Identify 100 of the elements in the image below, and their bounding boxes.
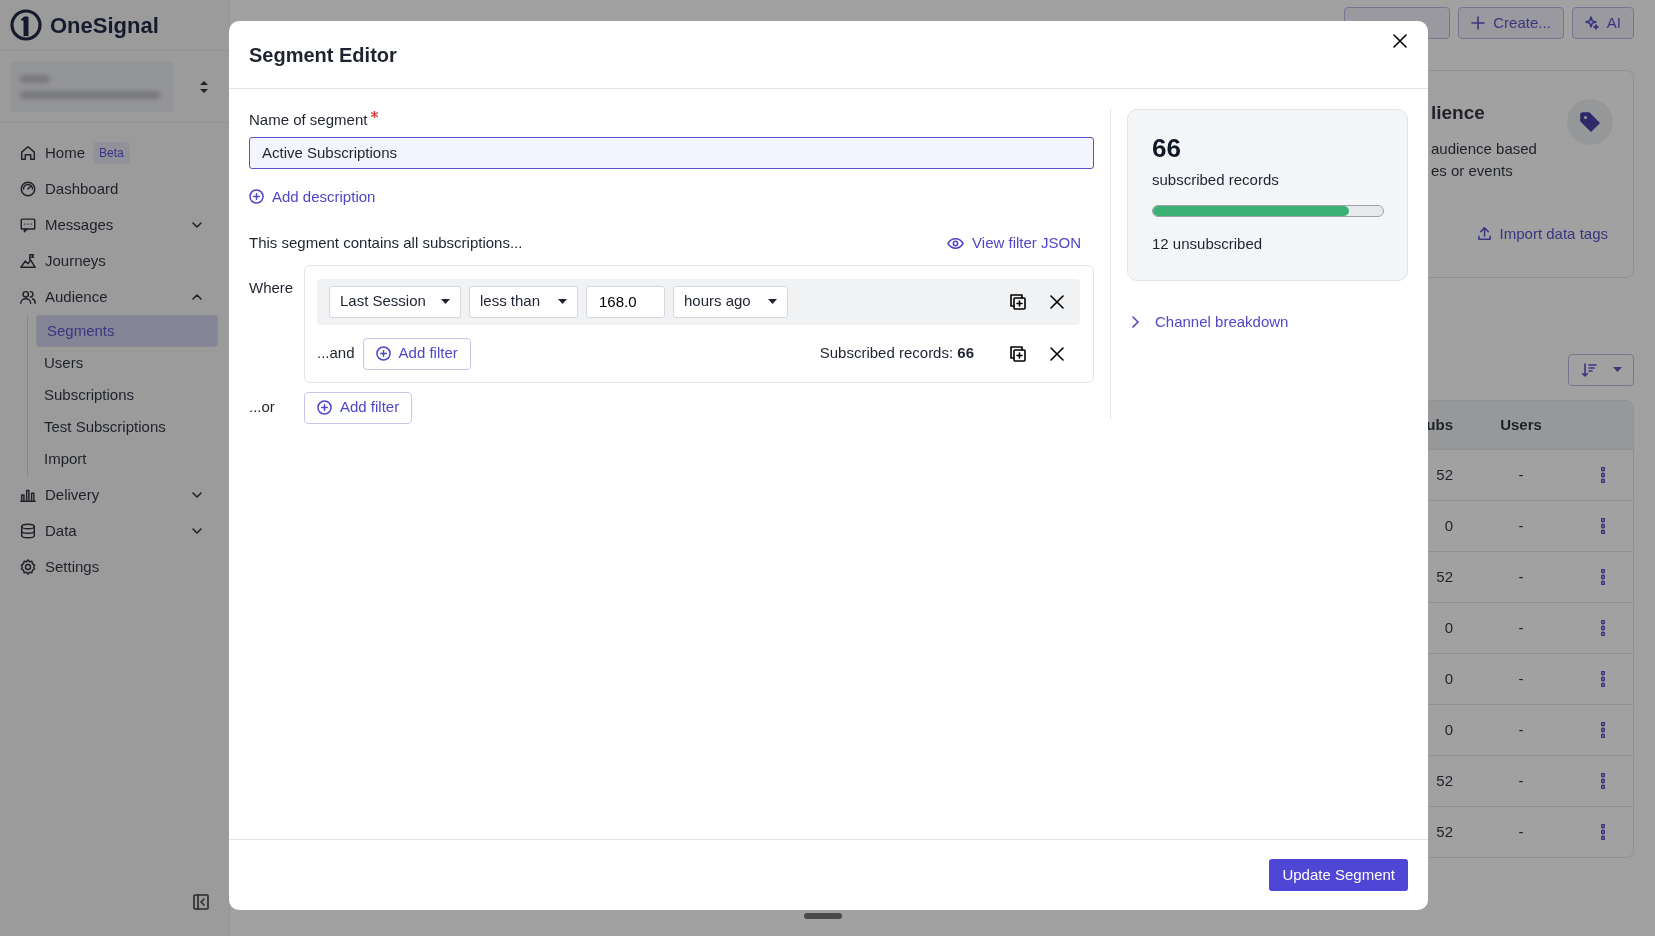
remove-button[interactable] [1050,346,1064,361]
home-icon [19,144,37,162]
tag-drawing [1578,110,1602,134]
duplicate-icon [1010,345,1026,362]
plus-icon [1471,16,1486,30]
close-icon [1392,32,1408,49]
sparkle-icon [1584,16,1599,30]
duplicate-button[interactable] [1010,345,1026,362]
card-description: audience based [1431,138,1537,159]
close-icon [1050,294,1064,309]
table-cell-text: - [1517,566,1525,587]
settings-icon [19,558,37,576]
nav-item[interactable]: Dashboard [0,171,229,207]
sort-icon [1580,362,1597,378]
flag-icon [19,252,37,270]
record-label: subscribed records [1152,169,1280,190]
table-cell-text: - [1517,464,1525,485]
update-segment-button[interactable]: Update Segment [1269,859,1408,891]
nav-item[interactable]: Home Beta [0,135,229,171]
nav-item[interactable]: Delivery [0,477,229,513]
subnav-item[interactable]: Test Subscriptions [36,411,218,443]
table-cell-text: 0 [1443,719,1454,740]
duplicate-button[interactable] [1010,293,1026,310]
add-description-link[interactable]: Add description [249,185,376,208]
where-label: Where [249,277,295,298]
table-cell-text: 52 [1435,566,1454,587]
or-label: ...or [249,397,276,418]
database-icon [19,522,37,540]
channel-breakdown-toggle[interactable]: Channel breakdown [1131,310,1289,334]
upload-icon [1476,226,1492,242]
caret-icon [1612,367,1622,373]
nav-item[interactable]: Journeys [0,243,229,279]
table-cell-text: 0 [1443,617,1454,638]
card-heading: lience [1431,101,1486,125]
table-cell-text: 0 [1443,515,1454,536]
gauge-icon [19,180,37,198]
table-cell-text: 52 [1435,464,1454,485]
subnav-item[interactable]: Users [36,347,218,379]
name-input[interactable]: Active Subscriptions [249,136,1094,169]
kebab-menu-icon[interactable] [1601,824,1605,840]
caret-icon [441,299,450,304]
add-filter-button[interactable]: Add filter [304,391,413,424]
dialog-title: Segment Editor [249,42,397,67]
table-cell-text: 52 [1435,770,1454,791]
subnav-item[interactable]: Subscriptions [36,379,218,411]
nav-item[interactable]: Data [0,513,229,549]
table-cell-text: - [1517,617,1525,638]
caret-icon [768,299,777,304]
import-link[interactable]: Import data tags [1476,222,1608,245]
remove-button[interactable] [1050,294,1064,309]
ai-button[interactable]: AI [1571,7,1634,39]
drag-handle[interactable] [804,913,842,919]
sort-button[interactable] [1568,354,1634,386]
collapse-sidebar-icon[interactable] [193,894,209,910]
unsubscribed-count: 12 unsubscribed [1152,234,1264,255]
kebab-menu-icon[interactable] [1601,722,1605,738]
create-button[interactable]: Create... [1458,7,1564,39]
kebab-menu-icon[interactable] [1601,620,1605,636]
beta-badge: Beta [93,142,130,164]
close-icon [1050,346,1064,361]
value-input[interactable]: 168.0 [586,285,665,318]
nav-item[interactable]: Messages [0,207,229,243]
field-label: Name of segment [249,110,368,130]
and-label: ...and [317,343,355,364]
subscribed-records-text: Subscribed records: 66 [819,343,974,364]
add-circle-icon [375,346,391,361]
chevron-updown-icon[interactable] [199,79,209,94]
kebab-menu-icon[interactable] [1601,467,1605,483]
caret-icon [558,299,567,304]
card-description: es or events [1431,161,1514,181]
nav-item[interactable]: Settings [0,549,229,585]
eye-icon [947,236,965,250]
segment-description: This segment contains all subscriptions... [249,233,523,253]
operator-select[interactable]: less than [469,285,578,318]
account-switcher[interactable] [10,61,174,112]
property-select[interactable]: Last Session [329,285,461,318]
table-cell-text: 0 [1443,668,1454,689]
kebab-menu-icon[interactable] [1601,671,1605,687]
people-icon [19,288,37,306]
kebab-menu-icon[interactable] [1601,518,1605,534]
add-circle-icon [317,400,332,415]
table-cell-text: - [1517,668,1525,689]
subnav-item[interactable]: Import [36,443,218,475]
column-header: Users [1499,414,1543,435]
table-cell-text: - [1517,821,1525,842]
table-cell-text: - [1517,515,1525,536]
subnav-item[interactable]: Segments [36,315,218,347]
nav-item[interactable]: Audience [0,279,229,315]
brand-name: OneSignal [50,11,159,40]
table-cell-text: - [1517,719,1525,740]
kebab-menu-icon[interactable] [1601,569,1605,585]
logo-icon [10,9,42,41]
table-cell-text: - [1517,770,1525,791]
view-json-link[interactable]: View filter JSON [947,232,1081,255]
unit-select[interactable]: hours ago [673,285,788,318]
kebab-menu-icon[interactable] [1601,773,1605,789]
add-filter-button[interactable]: Add filter [362,337,471,370]
record-count: 66 [1152,134,1182,163]
table-cell-text: 52 [1435,821,1454,842]
close-button[interactable] [1392,32,1408,49]
